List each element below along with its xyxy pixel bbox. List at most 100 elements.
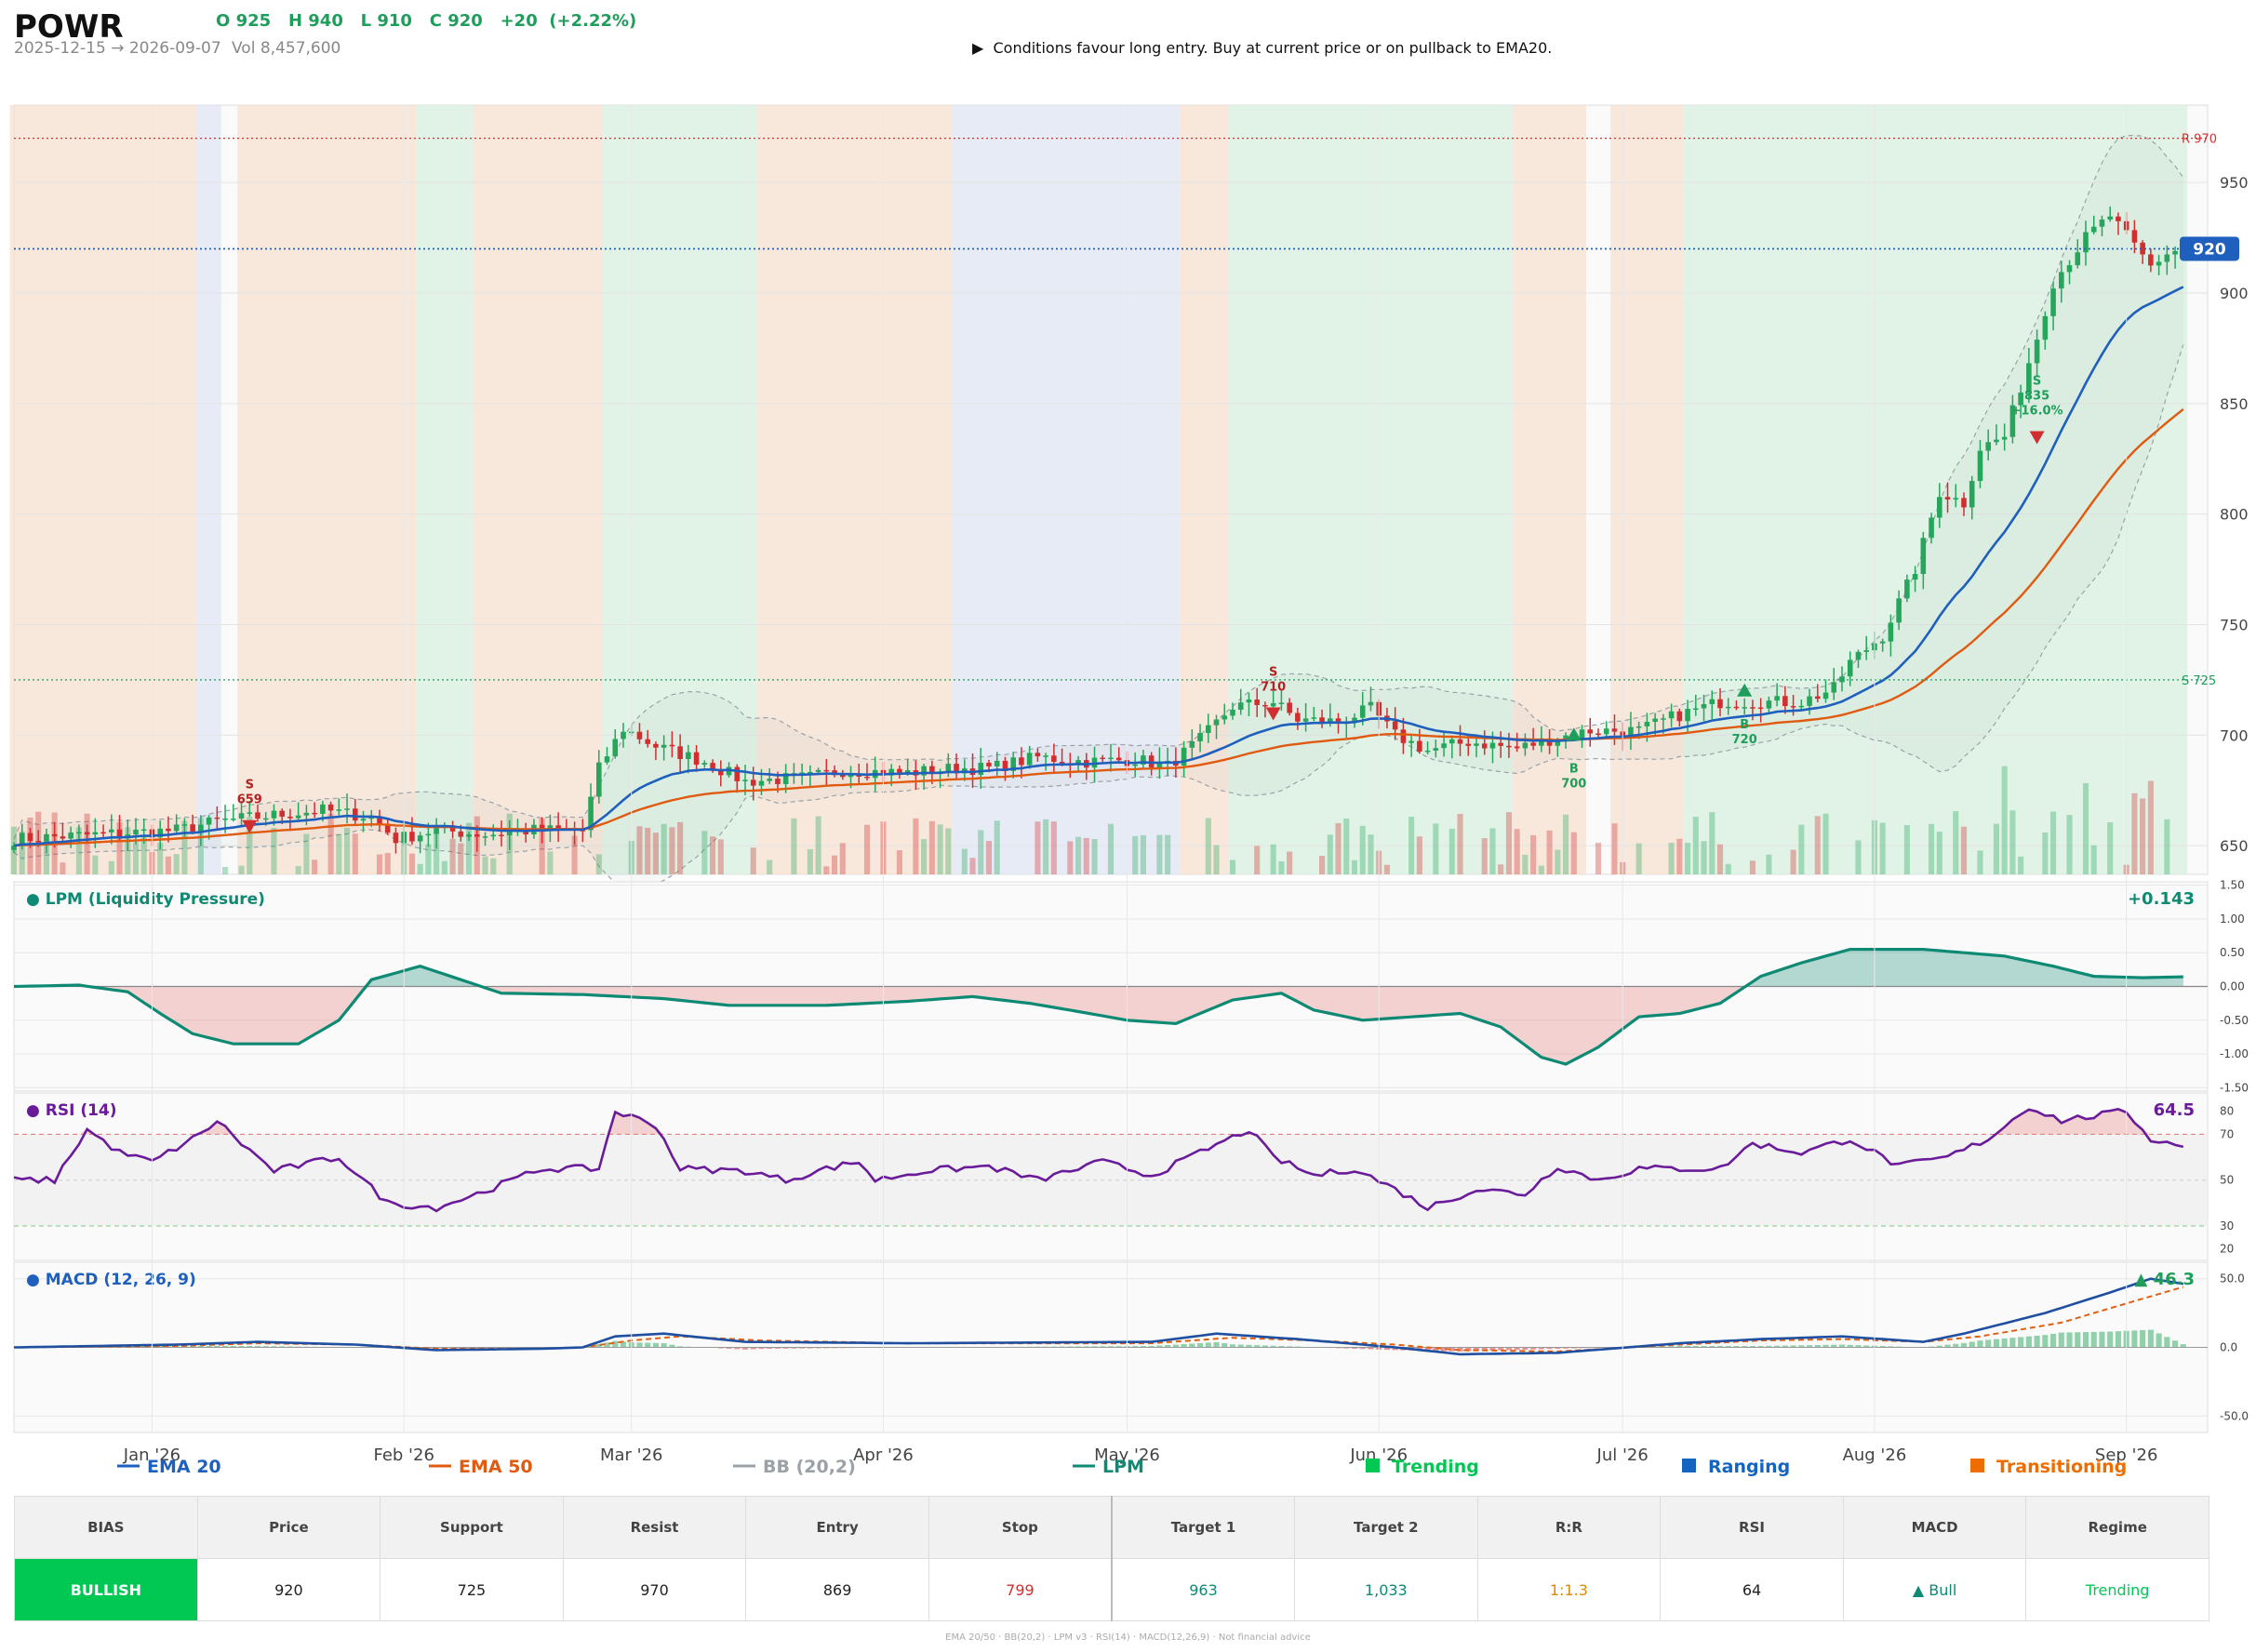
volume-bar — [449, 838, 456, 874]
volume-bar — [2107, 822, 2114, 874]
candle-body — [2090, 226, 2097, 233]
legend-item-bb-20-2-: BB (20,2) — [733, 1457, 856, 1477]
lpm-title: ● LPM (Liquidity Pressure) — [26, 890, 265, 909]
candle-body — [677, 746, 683, 760]
macd-histogram-bar — [2034, 1335, 2040, 1348]
candle-body — [116, 829, 123, 837]
volume-bar — [60, 862, 66, 874]
stats-table-values: BULLISH 920 725 970 869 799 963 1,033 1:1.3 64 ▲ B… — [14, 1558, 2209, 1621]
volume-bar — [1716, 844, 1724, 874]
candle-body — [1733, 706, 1740, 709]
candle-body — [1278, 702, 1285, 704]
volume-bar — [1635, 843, 1642, 874]
volume-bar — [1993, 823, 1999, 874]
candle-body — [1611, 728, 1618, 732]
volume-bar — [863, 824, 871, 874]
candle-body — [1750, 707, 1755, 709]
volume-bar — [1676, 838, 1683, 874]
candle-body — [109, 829, 114, 833]
volume-bar — [1814, 816, 1821, 874]
candle-body — [1206, 725, 1211, 734]
volume-bar — [425, 844, 432, 874]
price-tick-label: 800 — [2220, 506, 2249, 524]
candle-body — [1221, 715, 1228, 720]
rsi-tick-label: 30 — [2220, 1219, 2234, 1232]
candle-body — [353, 808, 358, 821]
volume-bar — [2001, 766, 2008, 874]
candle-body — [621, 731, 626, 739]
price-tick-label: 900 — [2220, 285, 2249, 302]
volume-bar — [1563, 814, 1569, 874]
candle-body — [645, 739, 650, 744]
macd-histogram-bar — [1205, 1342, 1211, 1348]
volume-bar — [807, 848, 813, 874]
candle-body — [612, 739, 619, 757]
volume-bar — [295, 866, 301, 874]
regime-band-transitioning — [237, 105, 417, 874]
candle-body — [1920, 538, 1927, 575]
candle-body — [1481, 743, 1488, 749]
candle-body — [490, 834, 497, 837]
volume-bar — [1035, 821, 1041, 874]
macd-histogram-bar — [2156, 1333, 2162, 1348]
volume-bar — [645, 827, 651, 874]
lpm-panel: 1.50 1.00 0.50 0.00 -0.50 -1.00 -1.50 ● LPM (Li… — [13, 879, 2249, 1094]
volume-bar — [1433, 823, 1439, 874]
candle-body — [1652, 718, 1658, 723]
volume-bar — [969, 858, 976, 874]
candle-body — [2099, 219, 2105, 227]
candle-body — [458, 831, 464, 837]
table-value-price: 920 — [196, 1558, 381, 1621]
volume-bar — [1960, 826, 1968, 874]
candle-body — [295, 815, 301, 819]
volume-bar — [458, 843, 464, 874]
volume-bar — [1538, 865, 1544, 874]
candle-body — [499, 834, 504, 837]
candle-body — [1904, 580, 1910, 599]
volume-readout: Vol 8,457,600 — [232, 39, 340, 58]
candle-body — [653, 743, 659, 748]
candle-body — [393, 833, 399, 844]
volume-bar — [1929, 823, 1935, 874]
candle-body — [1230, 709, 1235, 716]
lpm-tick-label: -1.00 — [2220, 1047, 2249, 1060]
candle-body — [1506, 745, 1512, 748]
stats-table: BIAS Price Support Resist Entry Stop Target 1T… — [14, 1496, 2209, 1621]
candle-body — [1603, 728, 1609, 735]
x-tick-label: Aug '26 — [1843, 1446, 1907, 1465]
candle-body — [68, 833, 73, 839]
candle-body — [425, 833, 432, 836]
volume-bar — [1229, 859, 1236, 874]
lpm-tick-label: 0.50 — [2220, 946, 2245, 959]
macd-last-value: ▲ 46.3 — [2134, 1270, 2195, 1289]
candle-body — [2034, 340, 2040, 364]
legend-item-ema-50: EMA 50 — [429, 1457, 533, 1477]
candle-body — [815, 769, 821, 772]
macd-histogram-bar — [2025, 1336, 2032, 1348]
volume-bar — [1132, 835, 1139, 874]
table-value-target-1: 963 — [1110, 1558, 1296, 1621]
volume-bar — [92, 855, 99, 874]
candle-body — [1595, 733, 1601, 736]
legend-label: LPM — [1102, 1457, 1144, 1477]
candle-body — [1953, 498, 1959, 500]
candle-body — [84, 832, 90, 835]
macd-histogram-bar — [2099, 1331, 2105, 1348]
candle-body — [2164, 254, 2170, 262]
candle-body — [1725, 706, 1731, 709]
candle-body — [1912, 574, 1918, 580]
candle-body — [840, 775, 846, 778]
volume-bar — [921, 839, 928, 874]
trade-marker-value: 659 — [237, 793, 262, 807]
macd-histogram-bar — [2115, 1331, 2121, 1348]
candle-body — [1287, 702, 1292, 713]
x-tick-label: Feb '26 — [373, 1446, 434, 1465]
volume-bar — [547, 851, 554, 874]
macd-histogram-bar — [636, 1342, 643, 1348]
volume-bar — [1368, 834, 1374, 874]
volume-bar — [1903, 825, 1910, 874]
volume-bar — [937, 824, 943, 874]
volume-bar — [2082, 782, 2089, 874]
volume-bar — [1514, 829, 1520, 874]
macd-panel: 50.0 0.0 -50.0 ● MACD (12, 26, 9) ▲ 46.3 — [13, 1261, 2249, 1433]
